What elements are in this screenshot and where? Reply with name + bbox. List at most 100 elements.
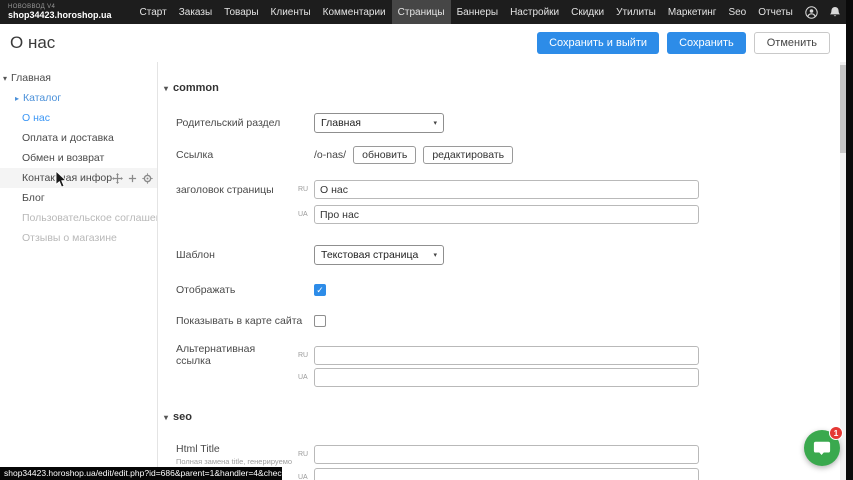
sidebar-item-label: О нас	[22, 112, 50, 124]
chevron-down-icon: ▾	[164, 84, 168, 93]
field-label: Html Title	[176, 443, 220, 455]
page-header: О нас Сохранить и выйти Сохранить Отмени…	[0, 24, 846, 62]
field-label: Шаблон	[176, 249, 314, 261]
menu-item-utilities[interactable]: Утилиты	[610, 0, 662, 24]
sidebar-item-about[interactable]: О нас	[0, 108, 157, 128]
select-value: Текстовая страница	[321, 249, 418, 261]
lang-label-ua: UA	[298, 474, 314, 480]
chevron-right-icon: ▸	[15, 94, 19, 103]
sidebar-item-label: Блог	[22, 192, 45, 204]
field-page-title-ua: UA	[176, 205, 699, 224]
alt-link-ru-input[interactable]	[314, 346, 699, 365]
page-title-ua-input[interactable]	[314, 205, 699, 224]
sidebar-item-exchange-return[interactable]: Обмен и возврат	[0, 148, 157, 168]
save-and-exit-button[interactable]: Сохранить и выйти	[537, 32, 659, 54]
add-icon[interactable]	[127, 172, 138, 184]
sidebar-item-label: Оплата и доставка	[22, 132, 114, 144]
html-title-ru-input[interactable]	[314, 445, 699, 464]
account-icon[interactable]	[805, 6, 818, 19]
field-label: Альтернативная ссылка	[176, 343, 298, 367]
alt-link-ua-input[interactable]	[314, 368, 699, 387]
sidebar-item-label: Обмен и возврат	[22, 152, 104, 164]
check-icon: ✓	[316, 286, 324, 295]
cancel-button[interactable]: Отменить	[754, 32, 830, 54]
field-hint: Полная замена title, генерируемого	[176, 457, 292, 466]
link-update-button[interactable]: обновить	[353, 146, 416, 164]
menu-item-reports[interactable]: Отчеты	[752, 0, 799, 24]
chevron-down-icon: ▾	[3, 74, 7, 83]
lang-label-ua: UA	[298, 211, 314, 218]
link-value: /o-nas/	[314, 149, 346, 161]
sidebar-item-store-reviews[interactable]: Отзывы о магазине	[0, 228, 157, 248]
menu-item-products[interactable]: Товары	[218, 0, 264, 24]
lang-label-ru: RU	[298, 186, 314, 193]
chat-widget-button[interactable]: 1	[804, 430, 840, 466]
template-select[interactable]: Текстовая страница ▾	[314, 245, 444, 265]
lang-label-ua: UA	[298, 374, 314, 381]
page-title-ru-input[interactable]	[314, 180, 699, 199]
chevron-down-icon: ▾	[433, 119, 437, 127]
screen-right-strip	[846, 0, 853, 480]
field-display: Отображать ✓	[176, 284, 326, 296]
section-common-title: common	[173, 82, 219, 94]
section-common[interactable]: ▾ common	[164, 82, 219, 94]
save-button[interactable]: Сохранить	[667, 32, 746, 54]
browser-status-bar: shop34423.horoshop.ua/edit/edit.php?id=6…	[0, 467, 282, 480]
menu-item-start[interactable]: Старт	[134, 0, 173, 24]
menu-item-clients[interactable]: Клиенты	[265, 0, 317, 24]
field-page-title-ru: заголовок страницы RU	[176, 180, 699, 199]
field-alt-link-ua: UA	[176, 368, 699, 387]
sidebar-item-payment-delivery[interactable]: Оплата и доставка	[0, 128, 157, 148]
sidebar-item-label: Каталог	[23, 92, 61, 104]
menu-item-banners[interactable]: Баннеры	[451, 0, 504, 24]
sidebar-item-user-agreement[interactable]: Пользовательское соглашение	[0, 208, 157, 228]
menu-item-settings[interactable]: Настройки	[504, 0, 565, 24]
link-edit-button[interactable]: редактировать	[423, 146, 513, 164]
sidebar-item-label: Контактная инфор	[22, 172, 112, 184]
menu-item-seo[interactable]: Seo	[722, 0, 752, 24]
menu-item-orders[interactable]: Заказы	[173, 0, 218, 24]
menu-item-pages[interactable]: Страницы	[392, 0, 451, 24]
move-icon[interactable]	[112, 172, 123, 184]
lang-label-ru: RU	[298, 451, 314, 458]
header-actions: Сохранить и выйти Сохранить Отменить	[537, 32, 830, 54]
sidebar-item-home[interactable]: ▾ Главная	[0, 68, 157, 88]
menu-item-comments[interactable]: Комментарии	[317, 0, 392, 24]
status-url: shop34423.horoshop.ua/edit/edit.php?id=6…	[4, 468, 282, 478]
field-sitemap: Показывать в карте сайта	[176, 315, 326, 327]
field-alt-link-ru: Альтернативная ссылка RU	[176, 343, 699, 367]
page-edit-form: ▾ common Родительский раздел Главная ▾ С…	[159, 62, 846, 480]
field-label: заголовок страницы	[176, 184, 298, 196]
field-label: Отображать	[176, 284, 314, 296]
sitemap-checkbox[interactable]	[314, 315, 326, 327]
field-link: Ссылка /o-nas/ обновить редактировать	[176, 146, 513, 164]
topbar-icons	[805, 6, 841, 19]
field-template: Шаблон Текстовая страница ▾	[176, 245, 444, 265]
field-label: Ссылка	[176, 149, 314, 161]
chat-unread-badge: 1	[829, 426, 843, 440]
screen: НОВОВВОД V4 shop34423.horoshop.ua Старт …	[0, 0, 853, 480]
gear-icon[interactable]	[142, 172, 153, 184]
menu-item-discounts[interactable]: Скидки	[565, 0, 610, 24]
parent-section-select[interactable]: Главная ▾	[314, 113, 444, 133]
sidebar-item-label: Отзывы о магазине	[22, 232, 117, 244]
chevron-down-icon: ▾	[433, 251, 437, 259]
sidebar-item-contacts[interactable]: Контактная инфор	[0, 168, 157, 188]
pages-tree-sidebar: ▾ Главная ▸ Каталог О нас Оплата и доста…	[0, 62, 158, 480]
chevron-down-icon: ▾	[164, 413, 168, 422]
menu-item-marketing[interactable]: Маркетинг	[662, 0, 723, 24]
html-title-ua-input[interactable]	[314, 468, 699, 480]
field-parent-section: Родительский раздел Главная ▾	[176, 113, 444, 133]
section-seo-title: seo	[173, 411, 192, 423]
chat-icon	[813, 439, 831, 457]
display-checkbox[interactable]: ✓	[314, 284, 326, 296]
logo[interactable]: НОВОВВОД V4 shop34423.horoshop.ua	[8, 4, 112, 20]
select-value: Главная	[321, 117, 361, 129]
topbar: НОВОВВОД V4 shop34423.horoshop.ua Старт …	[0, 0, 853, 24]
sidebar-item-blog[interactable]: Блог	[0, 188, 157, 208]
section-seo[interactable]: ▾ seo	[164, 411, 192, 423]
field-html-title-ru: Html Title Полная замена title, генериру…	[176, 443, 699, 466]
notifications-bell-icon[interactable]	[828, 6, 841, 19]
sidebar-item-label: Пользовательское соглашение	[22, 212, 157, 224]
sidebar-item-catalog[interactable]: ▸ Каталог	[0, 88, 157, 108]
